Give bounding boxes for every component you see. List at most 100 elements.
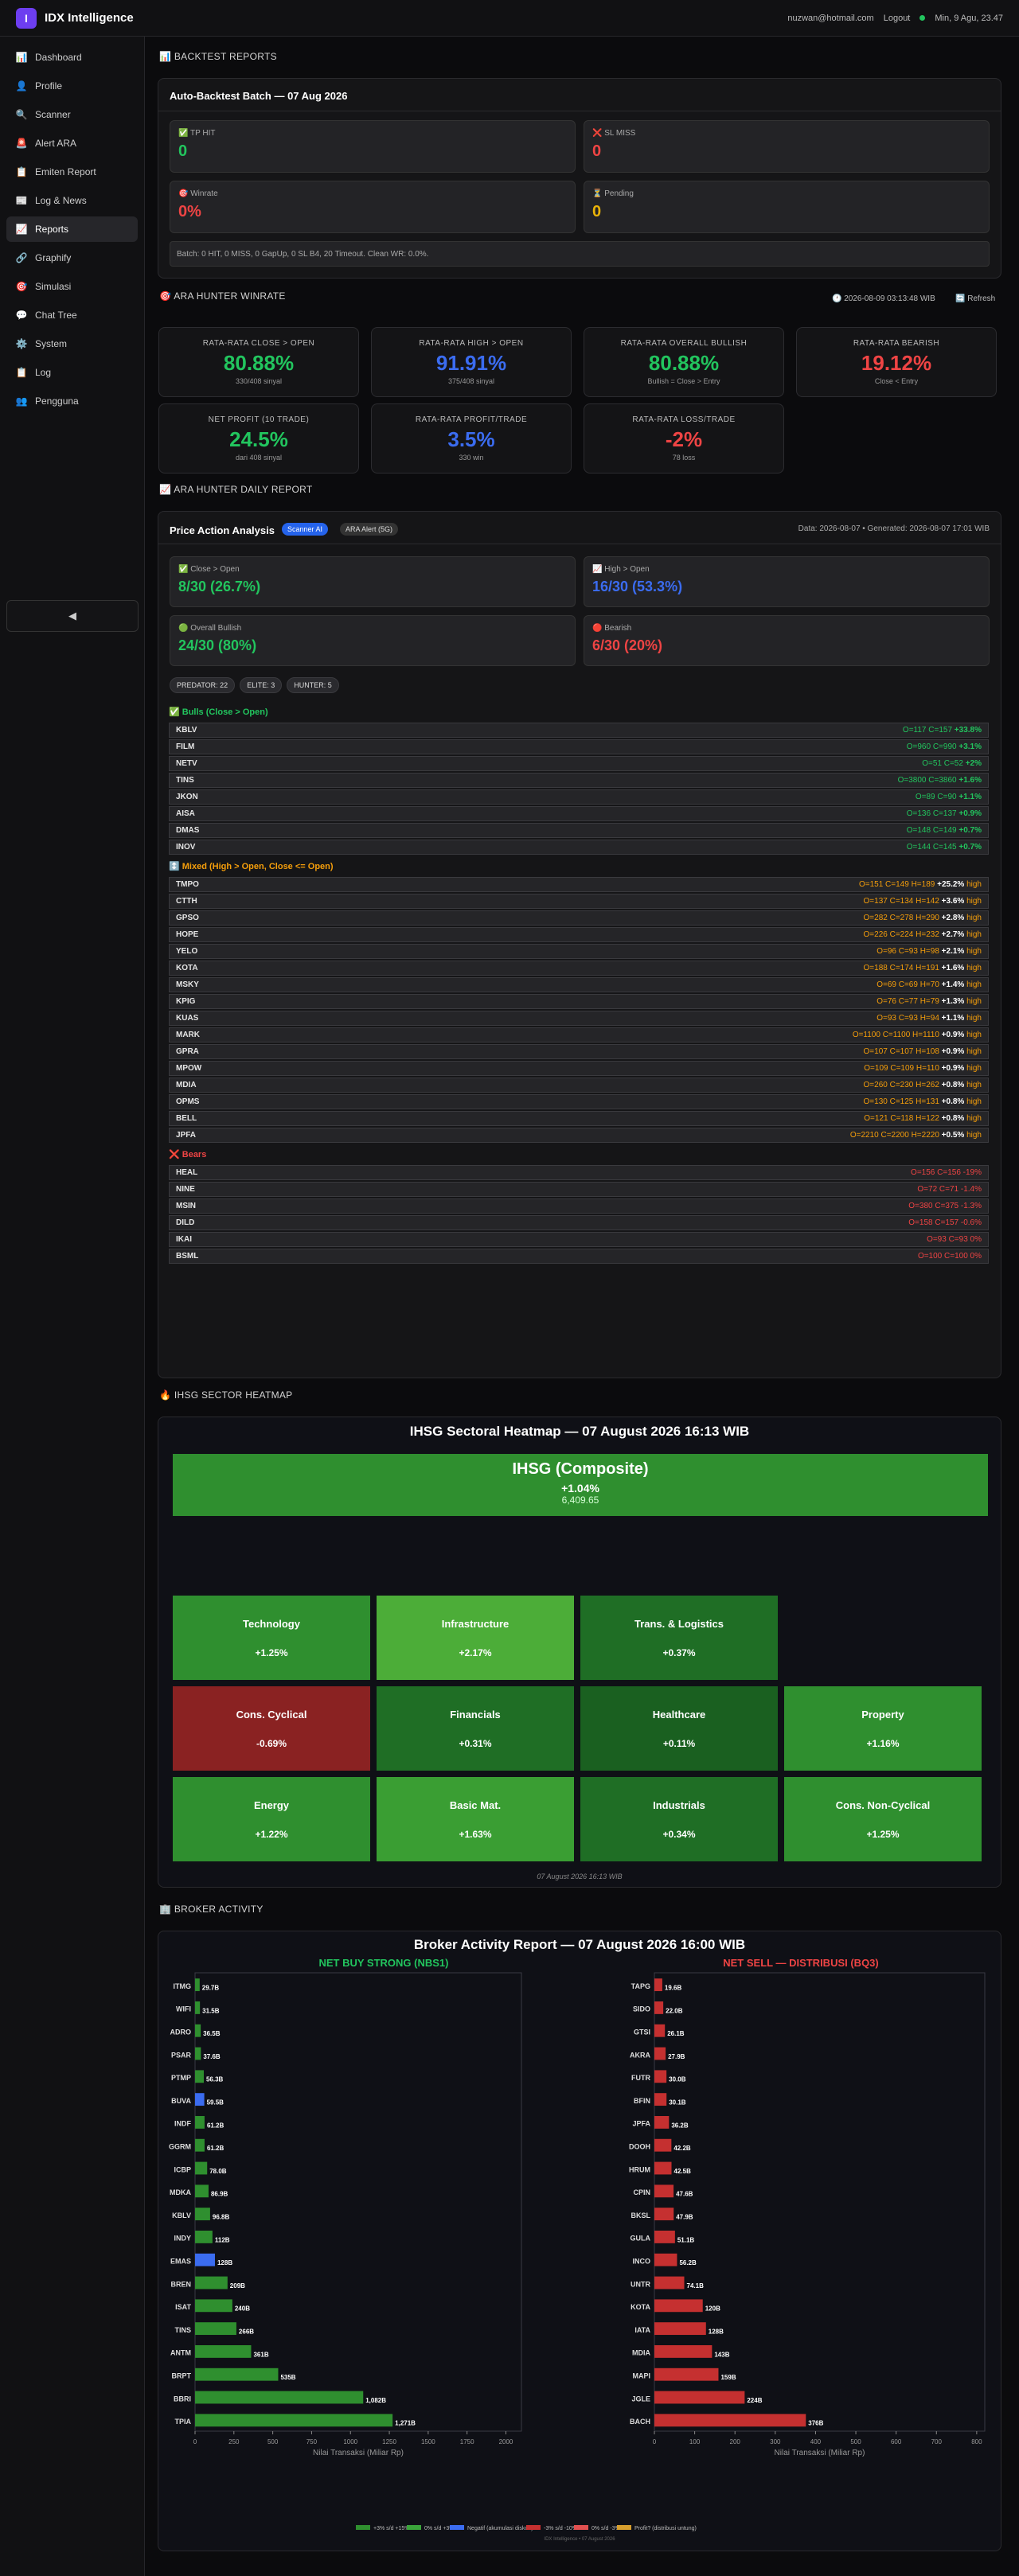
bar-adro[interactable] [195, 2024, 201, 2037]
collapse-sidebar-button[interactable]: ◀ [6, 600, 139, 632]
stock-row[interactable]: INOV O=144 C=145 +0.7% [169, 840, 989, 855]
sidebar-item-log-news[interactable]: 📰 Log & News [6, 188, 138, 213]
sidebar-item-emiten-report[interactable]: 📋 Emiten Report [6, 159, 138, 185]
bar-wifi[interactable] [195, 2001, 201, 2014]
sidebar-item-pengguna[interactable]: 👥 Pengguna [6, 388, 138, 414]
bar-indf[interactable] [195, 2116, 205, 2129]
sidebar-item-simulasi[interactable]: 🎯 Simulasi [6, 274, 138, 299]
stock-row[interactable]: MSKY O=69 C=69 H=70 +1.4% high [169, 977, 989, 992]
bar-ptmp[interactable] [195, 2070, 204, 2083]
bar-hrum[interactable] [654, 2161, 672, 2175]
sidebar-item-alert-ara[interactable]: 🚨 Alert ARA [6, 131, 138, 156]
bar-mapi[interactable] [654, 2368, 719, 2381]
stock-row[interactable]: AISA O=136 C=137 +0.9% [169, 806, 989, 821]
stock-row[interactable]: KBLV O=117 C=157 +33.8% [169, 723, 989, 738]
sector-tile[interactable]: Cons. Cyclical -0.69% [173, 1686, 370, 1771]
stock-row[interactable]: JKON O=89 C=90 +1.1% [169, 789, 989, 805]
sector-tile[interactable]: Basic Mat. +1.63% [377, 1777, 574, 1861]
stock-row[interactable]: GPRA O=107 C=107 H=108 +0.9% high [169, 1044, 989, 1059]
stock-row[interactable]: NINE O=72 C=71 -1.4% [169, 1182, 989, 1197]
stock-row[interactable]: BSML O=100 C=100 0% [169, 1249, 989, 1264]
sidebar-item-reports[interactable]: 📈 Reports [6, 216, 138, 242]
bar-dooh[interactable] [654, 2138, 672, 2152]
bar-brpt[interactable] [195, 2368, 279, 2381]
stock-row[interactable]: YELO O=96 C=93 H=98 +2.1% high [169, 944, 989, 959]
bar-iata[interactable] [654, 2322, 706, 2336]
bar-bfin[interactable] [654, 2093, 667, 2106]
bar-inco[interactable] [654, 2253, 677, 2266]
refresh-button[interactable]: 🔄 Refresh [955, 294, 995, 303]
sector-tile[interactable]: Healthcare +0.11% [580, 1686, 778, 1771]
bar-jpfa[interactable] [654, 2116, 670, 2129]
sidebar-item-chat-tree[interactable]: 💬 Chat Tree [6, 302, 138, 328]
ihsg-tile[interactable]: IHSG (Composite) +1.04% 6,409.65 [173, 1454, 988, 1516]
stock-row[interactable]: BELL O=121 C=118 H=122 +0.8% high [169, 1111, 989, 1126]
bar-mdia[interactable] [654, 2345, 713, 2358]
bar-bach[interactable] [654, 2414, 806, 2427]
bar-ggrm[interactable] [195, 2138, 205, 2152]
sidebar-item-scanner[interactable]: 🔍 Scanner [6, 102, 138, 127]
bar-mdka[interactable] [195, 2184, 209, 2198]
app-name[interactable]: IDX Intelligence [45, 11, 134, 25]
stock-row[interactable]: NETV O=51 C=52 +2% [169, 756, 989, 771]
bar-bbri[interactable] [195, 2391, 364, 2404]
sidebar-item-system[interactable]: ⚙️ System [6, 331, 138, 357]
bar-buva[interactable] [195, 2093, 205, 2106]
sector-tile[interactable]: Technology +1.25% [173, 1596, 370, 1680]
bar-bren[interactable] [195, 2276, 228, 2290]
stock-row[interactable]: HOPE O=226 C=224 H=232 +2.7% high [169, 927, 989, 942]
bar-untr[interactable] [654, 2276, 685, 2290]
bar-psar[interactable] [195, 2047, 201, 2060]
stock-row[interactable]: MPOW O=109 C=109 H=110 +0.9% high [169, 1061, 989, 1076]
sector-tile[interactable]: Trans. & Logistics +0.37% [580, 1596, 778, 1680]
bar-akra[interactable] [654, 2047, 666, 2060]
sidebar-item-graphify[interactable]: 🔗 Graphify [6, 245, 138, 271]
bar-tapg[interactable] [654, 1978, 662, 1992]
stock-row[interactable]: MSIN O=380 C=375 -1.3% [169, 1198, 989, 1214]
stock-row[interactable]: HEAL O=156 C=156 -19% [169, 1165, 989, 1180]
stock-row[interactable]: CTTH O=137 C=134 H=142 +3.6% high [169, 894, 989, 909]
bar-futr[interactable] [654, 2070, 667, 2083]
app-logo[interactable]: I [16, 7, 37, 29]
stock-row[interactable]: GPSO O=282 C=278 H=290 +2.8% high [169, 910, 989, 926]
bar-tpia[interactable] [195, 2414, 393, 2427]
sector-tile[interactable]: Infrastructure +2.17% [377, 1596, 574, 1680]
bar-icbp[interactable] [195, 2161, 208, 2175]
stock-row[interactable]: KUAS O=93 C=93 H=94 +1.1% high [169, 1011, 989, 1026]
sidebar-item-log[interactable]: 📋 Log [6, 360, 138, 385]
bar-gtsi[interactable] [654, 2024, 666, 2037]
stock-row[interactable]: OPMS O=130 C=125 H=131 +0.8% high [169, 1094, 989, 1109]
bar-cpin[interactable] [654, 2184, 674, 2198]
bar-emas[interactable] [195, 2253, 215, 2266]
bar-sido[interactable] [654, 2001, 664, 2014]
stock-row[interactable]: IKAI O=93 C=93 0% [169, 1232, 989, 1247]
stock-row[interactable]: JPFA O=2210 C=2200 H=2220 +0.5% high [169, 1128, 989, 1143]
bar-kblv[interactable] [195, 2208, 210, 2221]
bar-tins[interactable] [195, 2322, 236, 2336]
stock-row[interactable]: KOTA O=188 C=174 H=191 +1.6% high [169, 961, 989, 976]
bar-kota[interactable] [654, 2299, 703, 2313]
sector-tile[interactable]: Energy +1.22% [173, 1777, 370, 1861]
logout-link[interactable]: Logout [884, 14, 911, 23]
sidebar-item-dashboard[interactable]: 📊 Dashboard [6, 45, 138, 70]
stock-row[interactable]: MARK O=1100 C=1100 H=1110 +0.9% high [169, 1027, 989, 1042]
bar-isat[interactable] [195, 2299, 232, 2313]
stock-row[interactable]: DMAS O=148 C=149 +0.7% [169, 823, 989, 838]
stock-row[interactable]: FILM O=960 C=990 +3.1% [169, 739, 989, 754]
sidebar-item-profile[interactable]: 👤 Profile [6, 73, 138, 99]
bar-itmg[interactable] [195, 1978, 200, 1992]
stock-row[interactable]: DILD O=158 C=157 -0.6% [169, 1215, 989, 1230]
sector-tile[interactable]: Cons. Non-Cyclical +1.25% [784, 1777, 982, 1861]
bar-jgle[interactable] [654, 2391, 745, 2404]
sector-tile[interactable]: Industrials +0.34% [580, 1777, 778, 1861]
sector-tile[interactable]: Property +1.16% [784, 1686, 982, 1771]
bar-gula[interactable] [654, 2231, 675, 2243]
bar-bksl[interactable] [654, 2208, 674, 2221]
bar-antm[interactable] [195, 2345, 252, 2358]
stock-row[interactable]: TMPO O=151 C=149 H=189 +25.2% high [169, 877, 989, 892]
sector-tile[interactable]: Financials +0.31% [377, 1686, 574, 1771]
bar-indy[interactable] [195, 2231, 213, 2243]
stock-row[interactable]: MDIA O=260 C=230 H=262 +0.8% high [169, 1078, 989, 1093]
stock-row[interactable]: TINS O=3800 C=3860 +1.6% [169, 773, 989, 788]
stock-row[interactable]: KPIG O=76 C=77 H=79 +1.3% high [169, 994, 989, 1009]
